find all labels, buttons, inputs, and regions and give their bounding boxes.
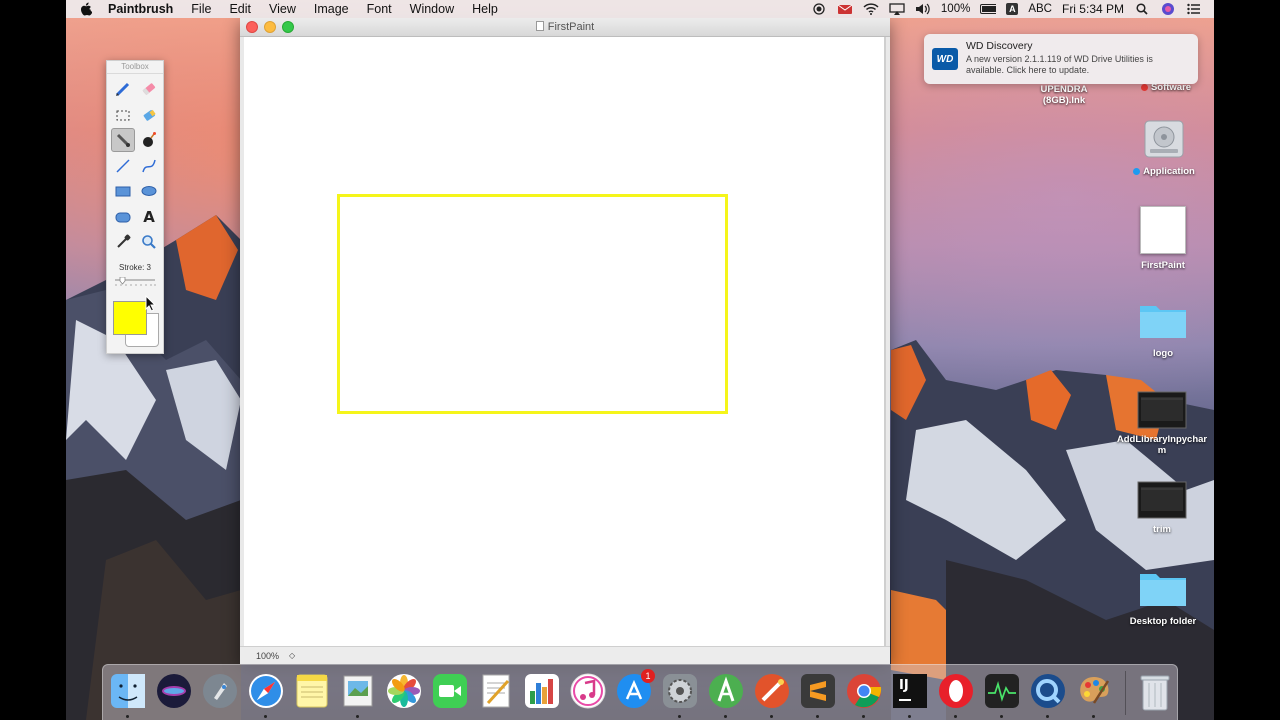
desktop-icon-addlibrary[interactable]: AddLibraryInpycharm [1114,388,1210,456]
desktop-icon-desktop-folder[interactable]: Desktop folder [1115,566,1211,627]
chrome-icon[interactable] [845,672,883,718]
desktop-icon-logo[interactable]: logo [1115,298,1211,359]
notification-title: WD Discovery [966,40,1033,52]
menu-image[interactable]: Image [314,2,349,16]
rectangle-tool-icon[interactable] [111,179,135,203]
text-tool-icon[interactable]: A [137,205,161,229]
siri-icon[interactable] [1160,3,1176,15]
zoom-stepper[interactable]: ◇ [289,651,295,660]
ellipse-tool-icon[interactable] [137,179,161,203]
spotlight-search-icon[interactable] [1134,3,1150,15]
preview-icon[interactable] [339,672,377,718]
menu-window[interactable]: Window [410,2,454,16]
app-menu[interactable]: Paintbrush [108,2,173,16]
menu-font[interactable]: Font [367,2,392,16]
input-source-label[interactable]: ABC [1028,3,1052,15]
menu-bar: Paintbrush File Edit View Image Font Win… [66,0,1214,18]
tool-grid: A [111,77,161,256]
drawn-yellow-rectangle [337,194,728,414]
paint-window: FirstPaint 100% ◇ [240,18,890,664]
instruments-icon[interactable] [753,672,791,718]
status-area: 100% A ABC Fri 5:34 PM [811,2,1202,16]
dock: 1 IJ [102,664,1178,720]
image-file-icon [1140,206,1186,254]
rounded-rect-tool-icon[interactable] [111,205,135,229]
zoom-level[interactable]: 100% [256,651,279,661]
paintbrush-app-icon[interactable] [1075,672,1113,718]
zoom-tool-icon[interactable] [137,230,161,254]
launchpad-icon[interactable] [201,672,239,710]
desktop-icon-upendra[interactable]: UPENDRA (8GB).lnk [1016,84,1112,106]
notes-icon[interactable] [293,672,331,710]
system-preferences-icon[interactable] [661,672,699,718]
video-thumbnail-icon [1137,388,1187,432]
dock-separator [1125,671,1126,715]
facetime-icon[interactable] [431,672,469,710]
sublime-text-icon[interactable] [799,672,837,718]
notification-body: A new version 2.1.1.119 of WD Drive Util… [966,54,1153,75]
record-icon[interactable] [811,3,827,15]
folder-icon [1138,566,1188,610]
opera-icon[interactable] [937,672,975,718]
line-tool-icon[interactable] [111,154,135,178]
bomb-tool-icon[interactable] [137,128,161,152]
menu-edit[interactable]: Edit [229,2,251,16]
brush-tool-icon[interactable] [111,128,135,152]
apple-menu-icon[interactable] [80,2,94,16]
notification-center-icon[interactable] [1186,3,1202,15]
document-icon [535,21,544,31]
pencil-tool-icon[interactable] [111,77,135,101]
app-store-badge: 1 [641,669,655,683]
battery-percent: 100% [940,3,971,15]
folder-icon [1138,298,1188,342]
menu-file[interactable]: File [191,2,211,16]
window-titlebar[interactable]: FirstPaint [240,18,890,37]
numbers-icon[interactable] [523,672,561,710]
curve-tool-icon[interactable] [137,154,161,178]
stroke-slider[interactable] [114,277,156,287]
desktop-icon-trim[interactable]: trim [1114,478,1210,535]
quicktime-icon[interactable] [1029,672,1067,718]
desktop-icon-application[interactable]: Application [1116,114,1212,177]
intellij-icon[interactable]: IJ [891,672,929,718]
finder-icon[interactable] [109,672,147,718]
window-statusbar: 100% ◇ [240,646,890,664]
desktop-icon-firstpaint[interactable]: FirstPaint [1115,206,1211,271]
video-thumbnail-icon [1137,478,1187,522]
input-source-badge[interactable]: A [1006,3,1019,15]
eraser-tool-icon[interactable] [137,77,161,101]
menu-view[interactable]: View [269,2,296,16]
blue-tag-icon [1133,167,1141,175]
siri-app-icon[interactable] [155,672,193,710]
mouse-cursor-icon [145,295,157,312]
wd-logo-icon: WD [932,48,958,70]
battery-icon[interactable] [980,3,997,15]
stroke-label: Stroke: 3 [118,263,151,272]
app-store-icon[interactable]: 1 [615,669,655,710]
airplay-icon[interactable] [889,3,905,15]
volume-icon[interactable] [915,3,931,15]
menubar-clock[interactable]: Fri 5:34 PM [1062,2,1124,16]
android-studio-icon[interactable] [707,672,745,718]
desktop-screen: Paintbrush File Edit View Image Font Win… [66,0,1214,720]
hard-drive-icon [1141,114,1187,164]
wifi-icon[interactable] [863,3,879,15]
safari-icon[interactable] [247,672,285,718]
eyedropper-tool-icon[interactable] [111,230,135,254]
menu-help[interactable]: Help [472,2,498,16]
activity-monitor-icon[interactable] [983,672,1021,718]
red-tag-icon [1140,83,1148,91]
textedit-icon[interactable] [477,672,515,710]
photos-icon[interactable] [385,672,423,710]
fill-tool-icon[interactable] [137,103,161,127]
drawing-canvas[interactable] [244,37,886,647]
mail-alert-icon[interactable] [837,3,853,15]
select-tool-icon[interactable] [111,103,135,127]
trash-icon[interactable] [1137,672,1173,712]
itunes-icon[interactable] [569,672,607,710]
toolbox-title: Toolbox [107,61,163,74]
foreground-color-swatch[interactable] [113,301,147,335]
window-title: FirstPaint [240,21,890,33]
wd-notification[interactable]: WD WD Discovery A new version 2.1.1.119 … [924,34,1198,84]
